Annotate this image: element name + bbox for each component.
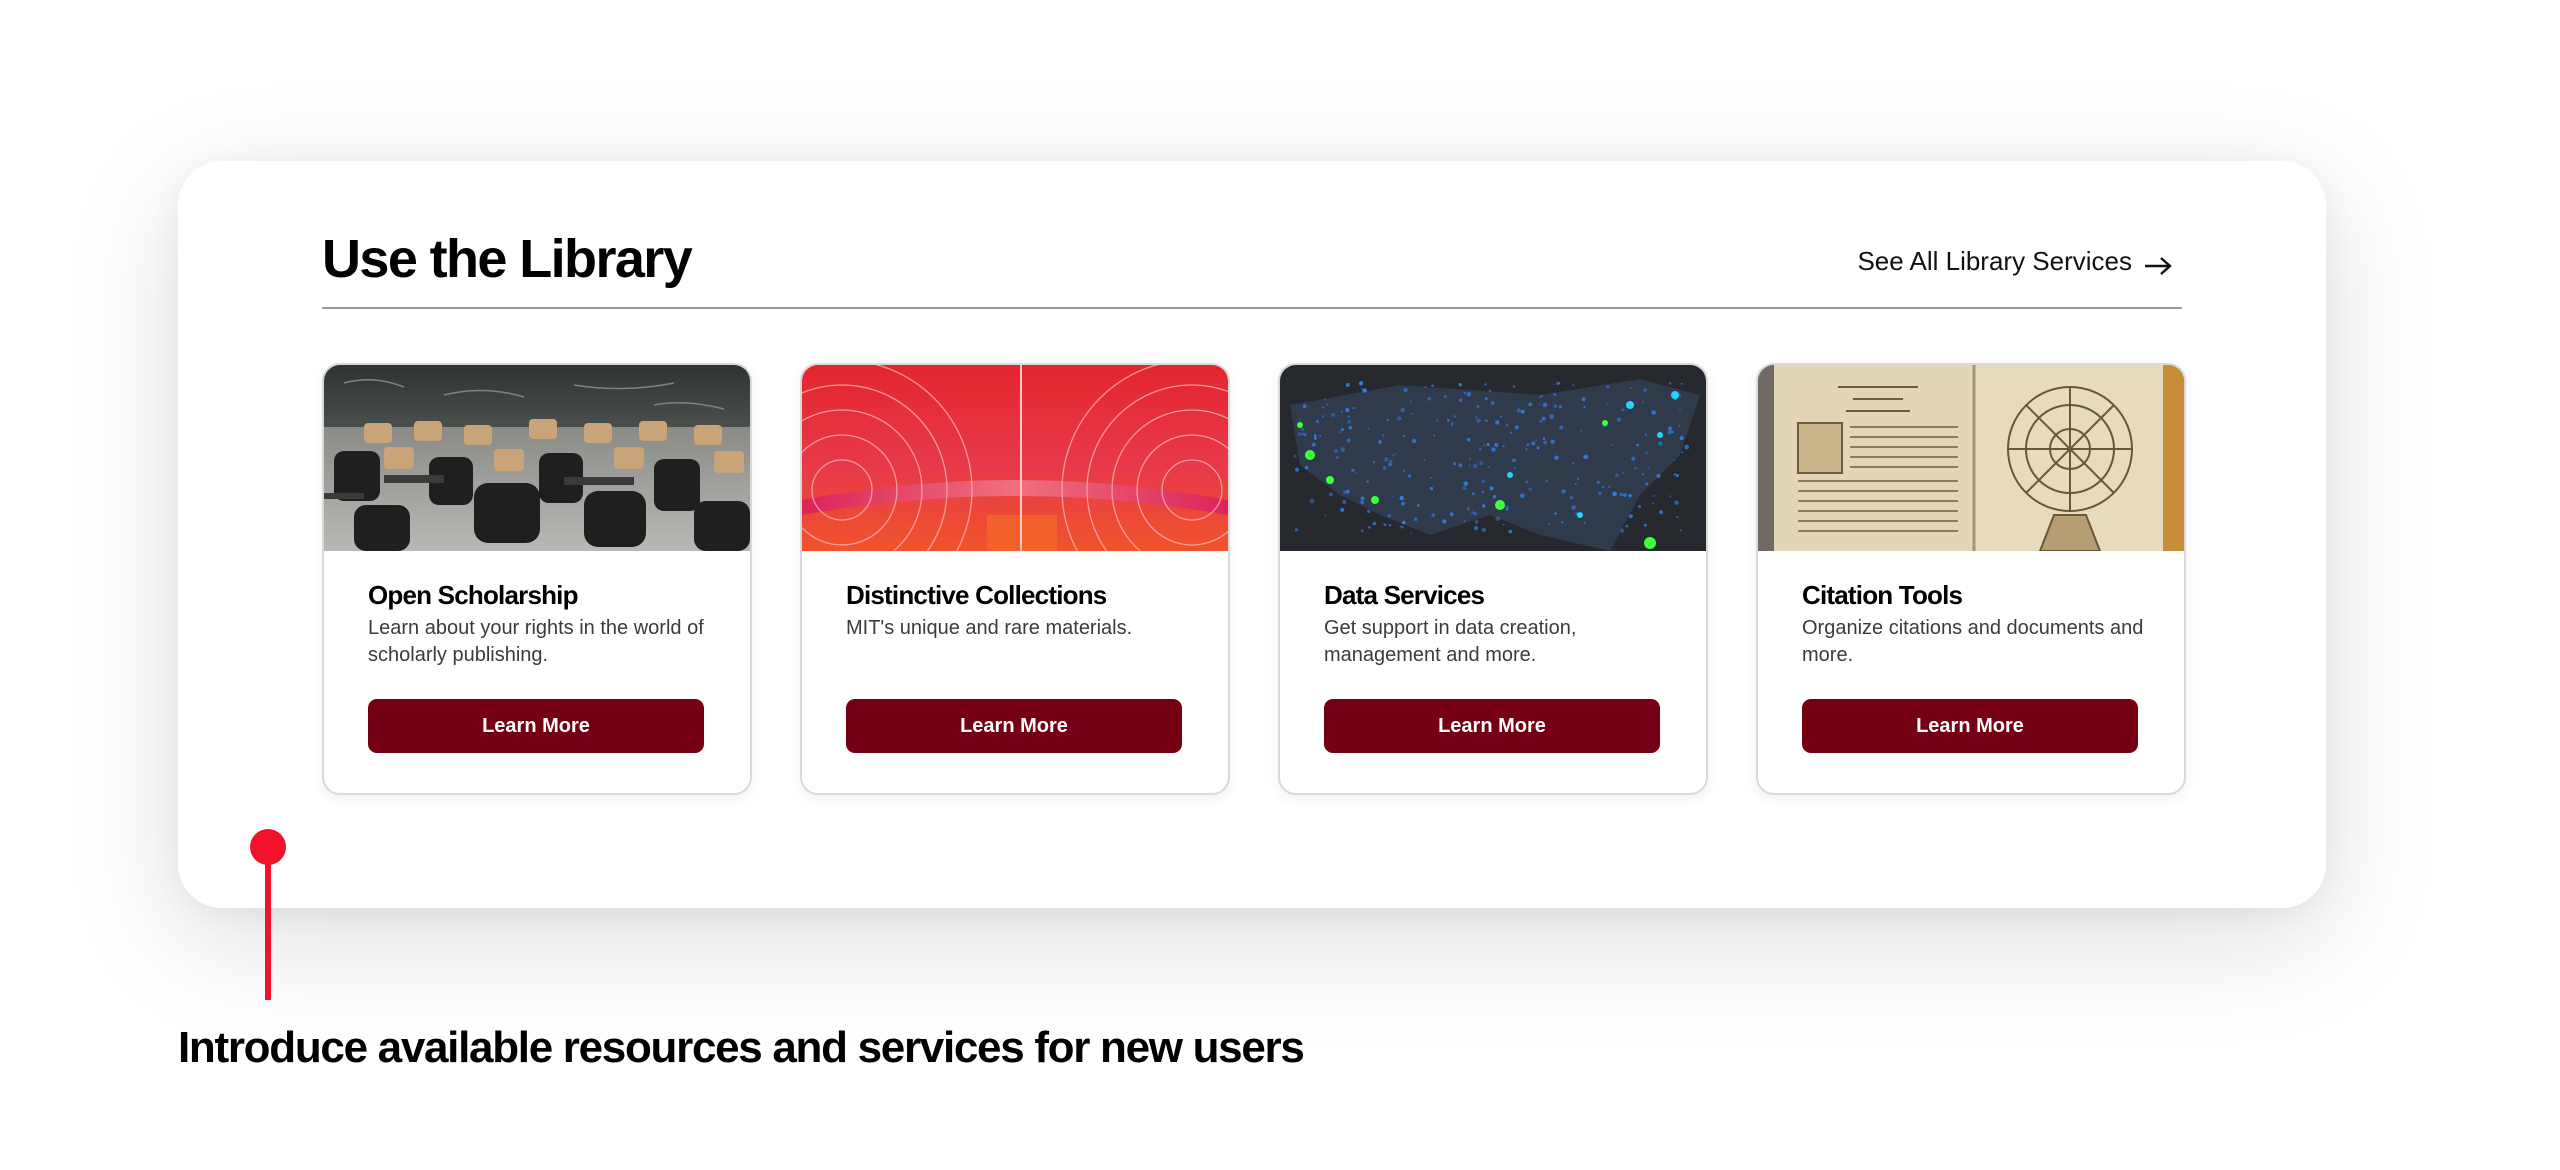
use-the-library-panel: Use the Library See All Library Services	[178, 161, 2326, 908]
card-description: Get support in data creation, management…	[1324, 617, 1577, 666]
antique-book-astrolabe	[1758, 365, 2184, 551]
card-open-scholarship: Open Scholarship Learn about your rights…	[322, 363, 752, 795]
classroom-photo	[324, 365, 750, 551]
red-concentric-circles-art	[802, 365, 1228, 551]
annotation-text: Introduce available resources and servic…	[178, 1023, 1305, 1072]
us-data-dot-map	[1280, 365, 1706, 551]
service-cards: Open Scholarship Learn about your rights…	[322, 363, 2186, 795]
card-title: Citation Tools	[1802, 580, 1963, 610]
see-all-library-services-link[interactable]: See All Library Services	[1857, 245, 2172, 277]
learn-more-button[interactable]: Learn More	[846, 699, 1182, 753]
card-title: Data Services	[1324, 580, 1485, 610]
arrow-right-icon	[2144, 251, 2172, 275]
card-description: Learn about your rights in the world of …	[368, 617, 704, 666]
card-description: Organize citations and documents and mor…	[1802, 617, 2144, 666]
learn-more-button[interactable]: Learn More	[368, 699, 704, 753]
card-data-services: Data Services Get support in data creati…	[1278, 363, 1708, 795]
section-header: Use the Library See All Library Services	[322, 225, 2182, 309]
card-citation-tools: Citation Tools Organize citations and do…	[1756, 363, 2186, 795]
card-title: Distinctive Collections	[846, 580, 1107, 610]
see-all-label: See All Library Services	[1857, 246, 2132, 276]
learn-more-button[interactable]: Learn More	[1324, 699, 1660, 753]
card-title: Open Scholarship	[368, 580, 578, 610]
annotation-line	[265, 858, 271, 1000]
section-title: Use the Library	[322, 229, 693, 289]
card-description: MIT's unique and rare materials.	[846, 617, 1133, 639]
canvas: Use the Library See All Library Services	[0, 0, 2560, 1170]
learn-more-button[interactable]: Learn More	[1802, 699, 2138, 753]
card-distinctive-collections: Distinctive Collections MIT's unique and…	[800, 363, 1230, 795]
